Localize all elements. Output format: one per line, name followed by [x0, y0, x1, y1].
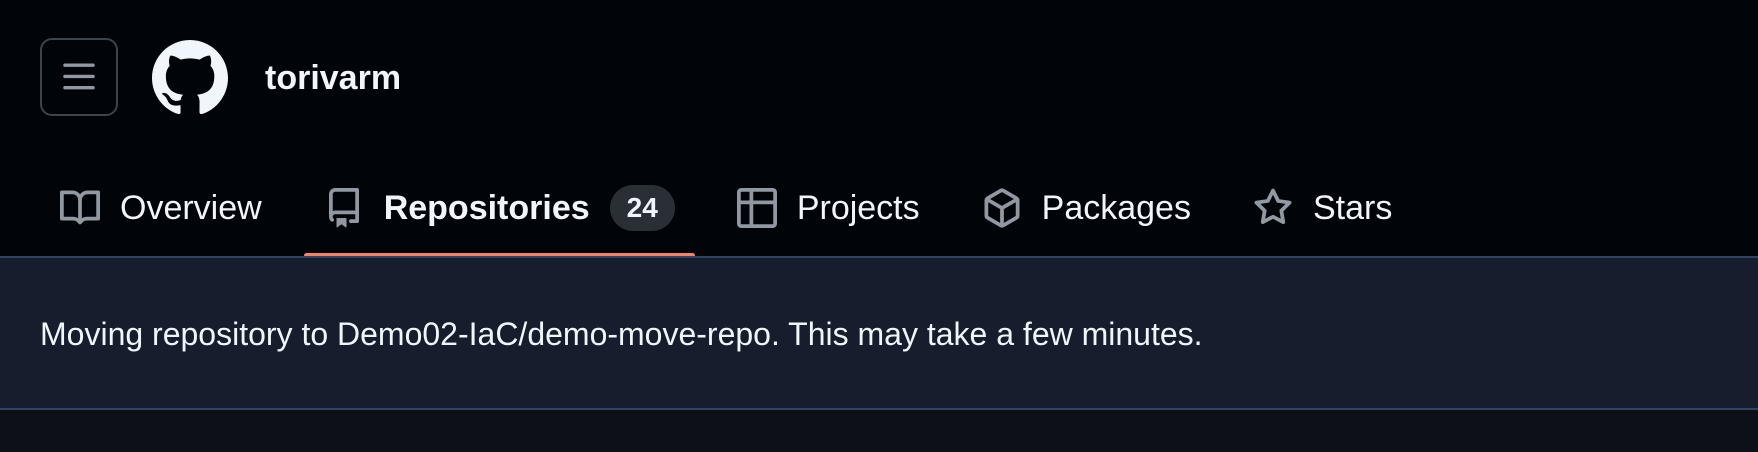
flash-banner: Moving repository to Demo02-IaC/demo-mov…: [0, 256, 1758, 410]
tab-packages[interactable]: Packages: [962, 158, 1211, 258]
top-bar: torivarm: [0, 0, 1758, 158]
hamburger-icon: [63, 63, 95, 90]
tab-label: Repositories: [383, 188, 590, 227]
tab-repositories[interactable]: Repositories 24: [303, 158, 695, 258]
profile-username[interactable]: torivarm: [265, 56, 401, 100]
menu-button[interactable]: [40, 38, 118, 116]
tab-label: Overview: [120, 188, 262, 227]
book-icon: [60, 188, 100, 228]
tab-label: Projects: [796, 188, 920, 227]
tab-projects[interactable]: Projects: [717, 158, 940, 258]
profile-tabs: Overview Repositories 24 Projects Packag…: [40, 158, 1434, 258]
tab-overview[interactable]: Overview: [40, 158, 282, 258]
github-logo[interactable]: [152, 40, 228, 116]
star-icon: [1253, 188, 1293, 228]
tab-label: Packages: [1041, 188, 1191, 227]
tab-label: Stars: [1312, 188, 1393, 227]
repository-count-badge: 24: [609, 185, 675, 231]
flash-message: Moving repository to Demo02-IaC/demo-mov…: [40, 316, 1203, 352]
app-header: torivarm Overview Repositories 24 Projec…: [0, 0, 1758, 258]
tab-stars[interactable]: Stars: [1233, 158, 1412, 258]
github-mark-icon: [152, 40, 228, 115]
repo-icon: [324, 188, 364, 228]
package-icon: [982, 188, 1022, 228]
table-icon: [736, 188, 777, 228]
